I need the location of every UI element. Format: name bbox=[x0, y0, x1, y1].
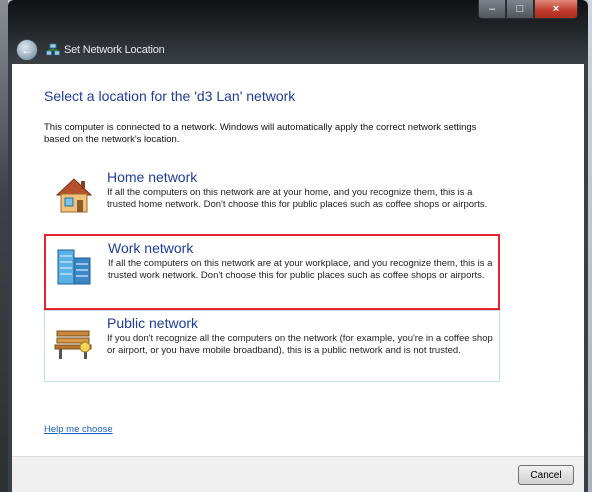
option-home-network[interactable]: Home network If all the computers on thi… bbox=[44, 164, 500, 236]
maximize-button[interactable]: □ bbox=[506, 0, 534, 19]
help-me-choose-link[interactable]: Help me choose bbox=[44, 424, 113, 435]
close-button[interactable]: × bbox=[534, 0, 578, 19]
back-button[interactable]: ← bbox=[16, 39, 38, 61]
set-network-location-window: – □ × ← Set Network Location Select a lo… bbox=[8, 0, 588, 492]
desktop-left-edge bbox=[0, 0, 8, 492]
option-work-network[interactable]: Work network If all the computers on thi… bbox=[44, 234, 500, 310]
page-description: This computer is connected to a network.… bbox=[44, 122, 477, 145]
network-icon bbox=[46, 43, 60, 56]
window-caption-controls: – □ × bbox=[478, 0, 578, 19]
desktop-right-edge bbox=[588, 0, 592, 492]
option-public-network[interactable]: Public network If you don't recognize al… bbox=[44, 310, 500, 382]
public-network-icon bbox=[54, 330, 92, 359]
window-title: Set Network Location bbox=[64, 44, 165, 56]
page-title: Select a location for the 'd3 Lan' netwo… bbox=[44, 88, 296, 104]
option-home-title: Home network bbox=[107, 169, 198, 185]
option-work-title: Work network bbox=[108, 240, 194, 256]
option-home-description: If all the computers on this network are… bbox=[107, 187, 488, 210]
option-public-description: If you don't recognize all the computers… bbox=[107, 333, 493, 356]
back-arrow-icon: ← bbox=[21, 43, 33, 57]
option-work-description: If all the computers on this network are… bbox=[108, 258, 493, 281]
home-network-icon bbox=[55, 178, 93, 213]
minimize-button[interactable]: – bbox=[478, 0, 506, 19]
title-bar: ← Set Network Location bbox=[16, 38, 165, 62]
option-public-title: Public network bbox=[107, 315, 199, 331]
dialog-footer: Cancel bbox=[12, 456, 584, 492]
cancel-button[interactable]: Cancel bbox=[518, 465, 574, 485]
work-network-icon bbox=[57, 249, 91, 285]
dialog-content: Select a location for the 'd3 Lan' netwo… bbox=[12, 64, 584, 456]
